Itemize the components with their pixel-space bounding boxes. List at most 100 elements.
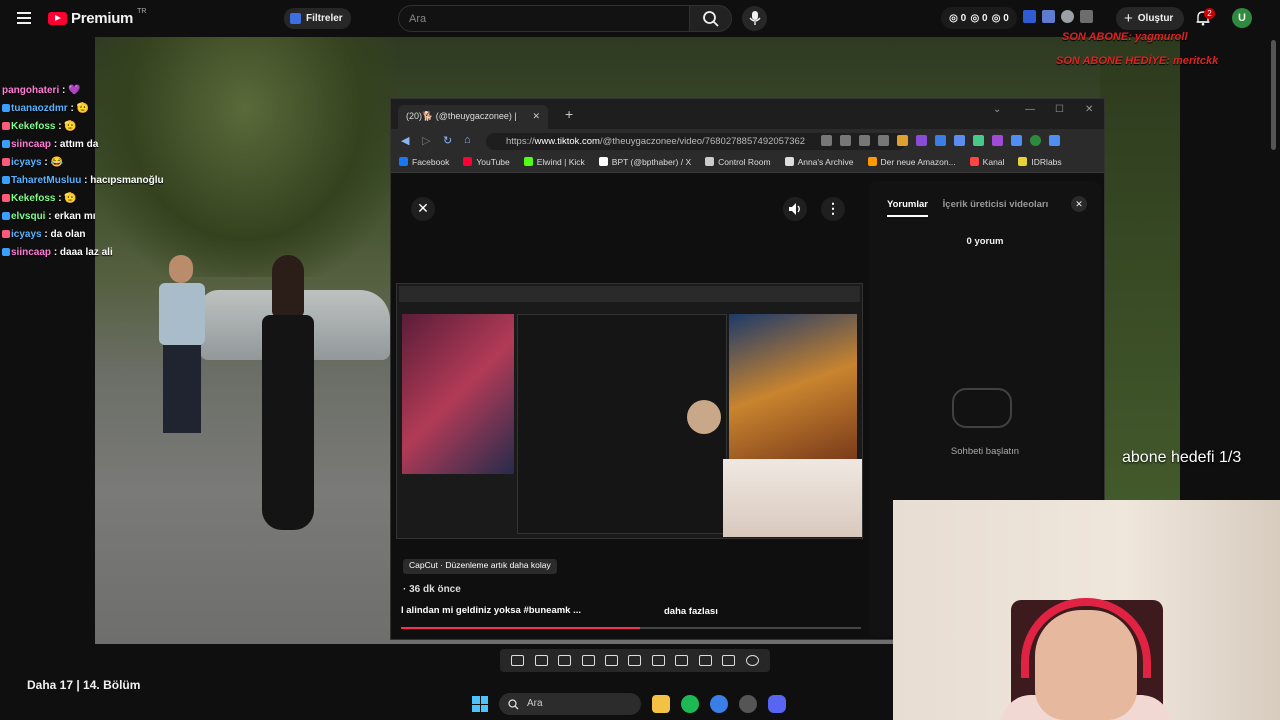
bookmark-item[interactable]: Facebook	[399, 157, 449, 168]
obs-icon[interactable]	[739, 695, 757, 713]
close-video-button[interactable]: ✕	[411, 197, 435, 221]
volume-button[interactable]	[783, 197, 807, 221]
bookmark-item[interactable]: BPT (@bpthaber) / X	[598, 157, 691, 168]
chat-badge-icon	[2, 176, 10, 184]
share-icon[interactable]	[859, 135, 870, 146]
video-progress-bar[interactable]	[401, 627, 861, 629]
forward-icon[interactable]: ▷	[422, 134, 430, 147]
minimize-icon[interactable]: —	[1025, 104, 1035, 115]
tab-search-icon[interactable]: ⌄	[993, 104, 1001, 115]
bookmark-item[interactable]: Der neue Amazon...	[867, 157, 956, 168]
youtube-play-icon	[48, 12, 67, 25]
tab-creator-videos[interactable]: İçerik üreticisi videoları	[943, 199, 1049, 210]
windows-start-icon[interactable]	[472, 696, 488, 712]
audio-icon[interactable]	[534, 655, 548, 666]
capcut-tag[interactable]: CapCut · Düzenleme artık daha kolay	[403, 559, 557, 574]
bookmark-item[interactable]: IDRlabs	[1018, 157, 1062, 168]
chat-username[interactable]: icyays	[11, 157, 42, 168]
clapperboard-icon[interactable]	[581, 655, 595, 666]
extension-stats[interactable]: ◎ 0 ◎ 0 ◎ 0	[941, 7, 1017, 29]
keyboard-icon[interactable]	[722, 655, 736, 666]
bookmark-favicon-icon	[1018, 157, 1028, 166]
chat-text: : 🫡	[58, 121, 77, 132]
chat-message: elvsqui : erkan mı	[2, 210, 202, 228]
bookmark-item[interactable]: Anna's Archive	[784, 157, 854, 168]
filter-button[interactable]: Filtreler	[284, 8, 351, 29]
list-icon[interactable]	[1042, 10, 1055, 23]
loop-icon[interactable]	[511, 655, 525, 666]
bookmark-item[interactable]: YouTube	[463, 157, 510, 168]
chat-username[interactable]: siincaap	[11, 247, 51, 258]
extension-icon[interactable]	[897, 135, 908, 146]
extension-icon[interactable]	[992, 135, 1003, 146]
chat-message: siincaap : attım da	[2, 138, 202, 156]
reload-icon[interactable]: ↻	[443, 134, 452, 147]
page-scrollbar[interactable]	[1271, 40, 1276, 150]
add-icon[interactable]	[675, 655, 689, 666]
picture-in-picture-icon[interactable]	[605, 655, 619, 666]
show-more-link[interactable]: daha fazlası	[664, 606, 718, 617]
menu-icon[interactable]	[17, 12, 31, 24]
more-options-button[interactable]: ⋮	[821, 197, 845, 221]
translate-icon[interactable]	[840, 135, 851, 146]
menu-icon[interactable]	[1049, 135, 1060, 146]
close-tab-icon[interactable]: ✕	[532, 111, 540, 122]
voice-search-button[interactable]	[742, 6, 767, 31]
chat-badge-icon	[2, 158, 10, 166]
youtube-logo[interactable]: Premium TR	[48, 8, 146, 27]
extension-icon[interactable]	[935, 135, 946, 146]
install-icon[interactable]	[821, 135, 832, 146]
sidebar-icon[interactable]	[1011, 135, 1022, 146]
home-icon[interactable]: ⌂	[464, 134, 471, 146]
chat-text: : erkan mı	[48, 211, 96, 222]
search-input[interactable]: Ara	[398, 5, 689, 32]
camera-icon[interactable]	[698, 655, 712, 666]
gear-icon[interactable]	[745, 655, 759, 666]
taskbar-search[interactable]: Ara	[499, 693, 641, 715]
chat-username[interactable]: tuanaozdmr	[11, 103, 68, 114]
search-button[interactable]	[689, 5, 732, 32]
video-frame-thumbnails	[729, 314, 857, 459]
bookmark-item[interactable]: Control Room	[705, 157, 771, 168]
chat-username[interactable]: Kekefoss	[11, 193, 55, 204]
volume-icon	[789, 203, 800, 215]
screenshot-icon[interactable]	[558, 655, 572, 666]
tab-tiktok[interactable]: (20)🐕 (@theuygaczonee) | ✕	[398, 105, 548, 129]
extension-icon[interactable]	[973, 135, 984, 146]
extension-icon[interactable]	[1080, 10, 1093, 23]
bookmark-item[interactable]: Kanal	[969, 157, 1004, 168]
chrome-icon[interactable]	[710, 695, 728, 713]
spotify-icon[interactable]	[681, 695, 699, 713]
avatar[interactable]: U	[1232, 8, 1252, 28]
tab-comments[interactable]: Yorumlar	[887, 199, 929, 217]
new-tab-button[interactable]: +	[565, 106, 573, 122]
captions-icon[interactable]	[628, 655, 642, 666]
chat-username[interactable]: elvsqui	[11, 211, 45, 222]
maximize-icon[interactable]: ☐	[1055, 104, 1064, 115]
discord-icon[interactable]	[768, 695, 786, 713]
close-icon[interactable]: ✕	[1071, 196, 1087, 212]
create-button[interactable]: + Oluştur	[1116, 7, 1185, 30]
chat-username[interactable]: Kekefoss	[11, 121, 55, 132]
bookmark-star-icon[interactable]	[878, 135, 889, 146]
bookmarks-bar: Facebook YouTube Elwind | Kick BPT (@bpthab…	[391, 153, 1104, 173]
tiktok-video-player[interactable]: 18 0 0 4	[396, 283, 863, 539]
bookmark-item[interactable]: Elwind | Kick	[523, 157, 585, 168]
puzzle-icon[interactable]	[954, 135, 965, 146]
profile-icon[interactable]	[1030, 135, 1041, 146]
chat-username[interactable]: icyays	[11, 229, 42, 240]
chat-username[interactable]: siincaap	[11, 139, 51, 150]
chat-username[interactable]: pangohateri	[2, 85, 59, 96]
video-title[interactable]: Daha 17 | 14. Bölüm	[27, 678, 140, 692]
file-explorer-icon[interactable]	[652, 695, 670, 713]
extension-icon[interactable]	[1061, 10, 1074, 23]
close-window-icon[interactable]: ✕	[1085, 104, 1093, 115]
speed-icon[interactable]	[651, 655, 665, 666]
back-icon[interactable]: ◀	[401, 134, 409, 147]
chat-text: : hacıpsmanoğlu	[84, 175, 164, 186]
chat-username[interactable]: TaharetMusluu	[11, 175, 81, 186]
chat-message: siincaap : daaa laz ali	[2, 246, 202, 264]
last-gift-subscriber-label: SON ABONE HEDİYE: meritckk	[1056, 55, 1219, 67]
extension-icon[interactable]	[916, 135, 927, 146]
extension-icon[interactable]	[1023, 10, 1036, 23]
